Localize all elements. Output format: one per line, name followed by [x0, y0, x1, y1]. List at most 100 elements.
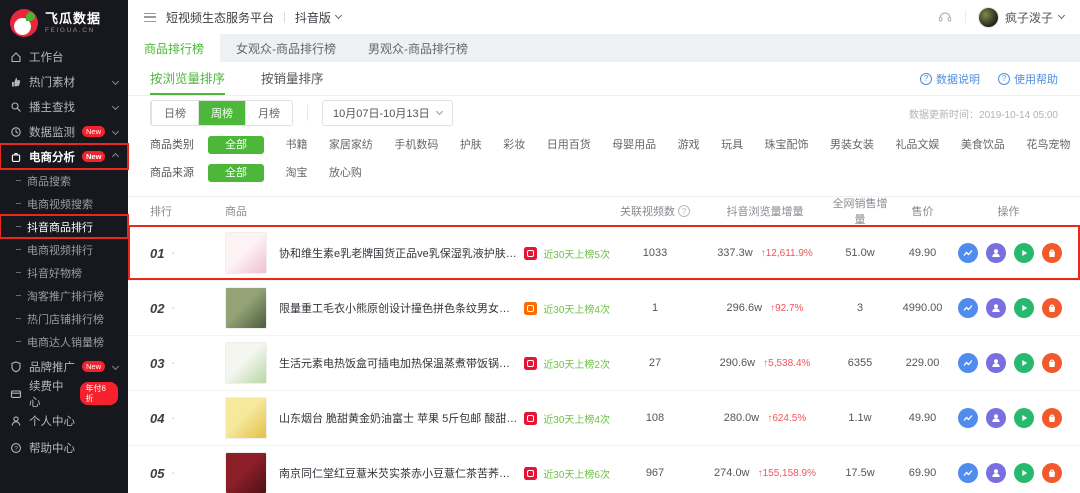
- sidebar-item-hot-material[interactable]: 热门素材: [0, 69, 128, 94]
- sidebar-subitem[interactable]: 抖音商品排行: [0, 215, 128, 238]
- sidebar-subitem[interactable]: 热门店铺排行榜: [0, 307, 128, 330]
- category-chip[interactable]: 日用百货: [547, 136, 591, 154]
- category-chip[interactable]: 护肤: [460, 136, 482, 154]
- category-chip[interactable]: 玩具: [721, 136, 743, 154]
- sidebar-subitem[interactable]: 电商达人销量榜: [0, 330, 128, 353]
- category-chip[interactable]: 美食饮品: [961, 136, 1005, 154]
- period-button[interactable]: 周榜: [198, 101, 245, 125]
- audience-analysis-button[interactable]: [986, 243, 1006, 263]
- table-row[interactable]: 03 - 生活元素电热饭盒可插电加热保温蒸煮带饭锅煲神器上班族1人2便携 近30…: [128, 335, 1080, 390]
- user-menu[interactable]: 疯子泼子: [978, 7, 1064, 28]
- shop-link-button[interactable]: [1042, 353, 1062, 373]
- trend-chart-button[interactable]: [958, 408, 978, 428]
- customer-service-icon[interactable]: [937, 9, 953, 25]
- related-videos-button[interactable]: [1014, 463, 1034, 483]
- sidebar-item-label: 工作台: [29, 49, 64, 65]
- related-videos-button[interactable]: [1014, 408, 1034, 428]
- product-thumbnail[interactable]: [225, 287, 267, 329]
- product-title[interactable]: 协和维生素e乳老牌国货正品ve乳保湿乳液护肤身体乳补水维生素e霜: [279, 245, 518, 261]
- category-chip[interactable]: 书籍: [285, 136, 307, 154]
- sidebar-item-ecommerce-analysis[interactable]: 电商分析 New: [0, 144, 128, 169]
- sidebar-item-renewal-center[interactable]: 续费中心 年付6折: [0, 380, 128, 407]
- filter-divider: [307, 105, 308, 121]
- audience-analysis-button[interactable]: [986, 463, 1006, 483]
- sort-by-views-tab[interactable]: 按浏览量排序: [150, 62, 225, 95]
- category-chip[interactable]: 家居家纺: [329, 136, 373, 154]
- table-row[interactable]: 02 - 限量重工毛衣小熊原创设计撞色拼色条纹男女情侣款高端定制新款 近30天上…: [128, 280, 1080, 335]
- related-videos-button[interactable]: [1014, 353, 1034, 373]
- question-circle-icon[interactable]: ?: [678, 205, 690, 217]
- trend-chart-button[interactable]: [958, 243, 978, 263]
- views-growth-value: 296.6w: [727, 302, 762, 314]
- chevron-down-icon: [1058, 12, 1065, 19]
- product-thumbnail[interactable]: [225, 397, 267, 439]
- product-thumbnail[interactable]: [225, 342, 267, 384]
- header-videos: 关联视频数: [620, 203, 675, 219]
- audience-analysis-button[interactable]: [986, 298, 1006, 318]
- category-chip[interactable]: 礼品文娱: [895, 136, 939, 154]
- product-title[interactable]: 生活元素电热饭盒可插电加热保温蒸煮带饭锅煲神器上班族1人2便携: [279, 355, 518, 371]
- audience-analysis-button[interactable]: [986, 353, 1006, 373]
- product-title[interactable]: 山东烟台 脆甜黄金奶油富士 苹果 5斤包邮 酸甜口感: [279, 410, 518, 426]
- table-row[interactable]: 04 - 山东烟台 脆甜黄金奶油富士 苹果 5斤包邮 酸甜口感 近30天上榜4次…: [128, 390, 1080, 445]
- collapse-menu-icon[interactable]: [144, 13, 156, 22]
- category-chip[interactable]: 母婴用品: [612, 136, 656, 154]
- user-icon: [10, 415, 22, 427]
- category-chip[interactable]: 花鸟宠物: [1026, 136, 1070, 154]
- category-chip[interactable]: 珠宝配饰: [765, 136, 809, 154]
- sidebar-item-brand-promotion[interactable]: 品牌推广 New: [0, 353, 128, 380]
- table-row[interactable]: 05 - 南京同仁堂红豆薏米芡实茶赤小豆薏仁茶苦荞大麦茶叶花茶组合茶包 近30天…: [128, 445, 1080, 493]
- audience-analysis-button[interactable]: [986, 408, 1006, 428]
- product-title[interactable]: 限量重工毛衣小熊原创设计撞色拼色条纹男女情侣款高端定制新款: [279, 300, 518, 316]
- sidebar-subitem[interactable]: 电商视频搜索: [0, 192, 128, 215]
- category-chip[interactable]: 全部: [208, 136, 264, 154]
- shop-link-button[interactable]: [1042, 298, 1062, 318]
- sidebar-subitem[interactable]: 商品搜索: [0, 169, 128, 192]
- category-chip[interactable]: 男装女装: [830, 136, 874, 154]
- source-chip[interactable]: 全部: [208, 164, 264, 182]
- help-link[interactable]: ? 使用帮助: [998, 71, 1058, 87]
- sidebar-item-workbench[interactable]: 工作台: [0, 44, 128, 69]
- sidebar-item-creator-search[interactable]: 播主查找: [0, 94, 128, 119]
- category-chip[interactable]: 彩妆: [503, 136, 525, 154]
- product-title[interactable]: 南京同仁堂红豆薏米芡实茶赤小豆薏仁茶苦荞大麦茶叶花茶组合茶包: [279, 465, 518, 481]
- product-thumbnail[interactable]: [225, 232, 267, 274]
- category-filter-row: 商品类别 全部 书籍 家居家纺 手机数码 护肤 彩妆: [128, 130, 1080, 158]
- tab-ranking[interactable]: 女观众-商品排行榜: [220, 34, 352, 62]
- help-link[interactable]: ? 数据说明: [920, 71, 980, 87]
- sidebar-item-help-center[interactable]: ? 帮助中心: [0, 434, 128, 461]
- tab-ranking[interactable]: 商品排行榜: [128, 34, 220, 62]
- tab-ranking[interactable]: 男观众-商品排行榜: [352, 34, 484, 62]
- period-button[interactable]: 日榜: [151, 101, 198, 125]
- table-row[interactable]: 01 - 协和维生素e乳老牌国货正品ve乳保湿乳液护肤身体乳补水维生素e霜 近3…: [128, 225, 1080, 280]
- rank-number: 01: [150, 246, 164, 261]
- edition-selector[interactable]: 抖音版: [295, 9, 341, 26]
- period-button[interactable]: 月榜: [245, 101, 292, 125]
- related-videos-button[interactable]: [1014, 298, 1034, 318]
- sidebar-subitem[interactable]: 电商视频排行: [0, 238, 128, 261]
- bullet-dash: [16, 318, 21, 319]
- sidebar-item-personal-center[interactable]: 个人中心: [0, 407, 128, 434]
- category-chip[interactable]: 游戏: [678, 136, 700, 154]
- shop-link-button[interactable]: [1042, 408, 1062, 428]
- source-chip[interactable]: 放心购: [329, 164, 362, 182]
- chevron-down-icon: [112, 128, 119, 135]
- sort-by-sales-tab[interactable]: 按销量排序: [261, 62, 324, 95]
- product-thumbnail[interactable]: [225, 452, 267, 493]
- home-icon: [10, 51, 22, 63]
- category-chip[interactable]: 手机数码: [394, 136, 438, 154]
- source-chip[interactable]: 淘宝: [285, 164, 307, 182]
- sidebar-subitem[interactable]: 抖音好物榜: [0, 261, 128, 284]
- shop-link-button[interactable]: [1042, 463, 1062, 483]
- trend-chart-button[interactable]: [958, 463, 978, 483]
- shop-link-button[interactable]: [1042, 243, 1062, 263]
- shield-icon: [10, 361, 22, 373]
- sidebar-subitem[interactable]: 淘客推广排行榜: [0, 284, 128, 307]
- sidebar-item-data-monitor[interactable]: 数据监测 New: [0, 119, 128, 144]
- sales-growth-value: 3: [830, 302, 890, 314]
- trend-chart-button[interactable]: [958, 353, 978, 373]
- date-range-select[interactable]: 10月07日-10月13日: [322, 100, 453, 126]
- logo[interactable]: 飞瓜数据 FEIGUA.CN: [0, 0, 128, 44]
- trend-chart-button[interactable]: [958, 298, 978, 318]
- related-videos-button[interactable]: [1014, 243, 1034, 263]
